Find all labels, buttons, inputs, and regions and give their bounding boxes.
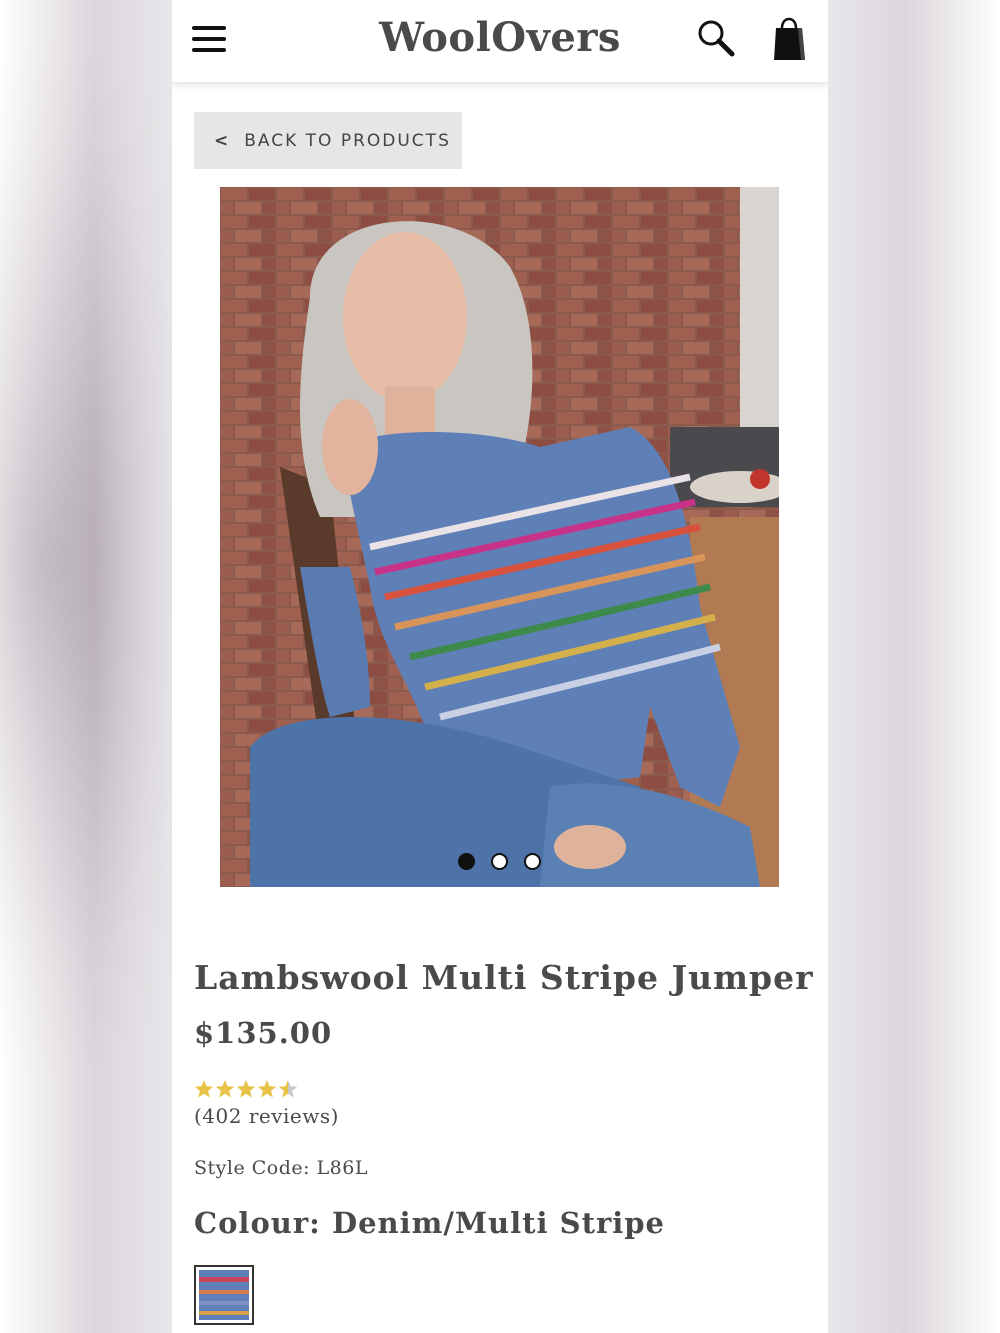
back-to-products-button[interactable]: < BACK TO PRODUCTS (194, 112, 462, 169)
search-icon[interactable] (696, 18, 736, 58)
star-rating[interactable] (194, 1078, 304, 1100)
product-image-gallery[interactable] (220, 187, 779, 887)
star-icon (194, 1080, 214, 1098)
back-label: BACK TO PRODUCTS (244, 130, 451, 151)
gallery-dots (220, 853, 779, 870)
shopping-bag-icon[interactable] (772, 14, 806, 62)
site-header: WoolOvers (172, 0, 828, 82)
background-blur-right (828, 0, 1000, 1333)
chevron-left-icon: < (214, 130, 231, 151)
product-price: $135.00 (194, 1016, 333, 1050)
background-blur-left (0, 0, 172, 1333)
product-photo (220, 187, 779, 887)
product-page: WoolOvers < BACK TO PRODUCTS Lambswool M… (172, 0, 828, 1333)
style-code: Style Code: L86L (194, 1157, 368, 1179)
colour-label: Colour: Denim/Multi Stripe (194, 1206, 665, 1240)
star-icon (236, 1080, 256, 1098)
half-star-icon (278, 1080, 298, 1098)
reviews-link[interactable]: (402 reviews) (194, 1104, 339, 1128)
star-icon (257, 1080, 277, 1098)
gallery-dot[interactable] (458, 853, 475, 870)
star-icon (215, 1080, 235, 1098)
colour-swatch-denim-multi-stripe[interactable] (194, 1265, 254, 1325)
product-title: Lambswool Multi Stripe Jumper (194, 958, 814, 997)
gallery-dot[interactable] (491, 853, 508, 870)
swatch-image (199, 1270, 249, 1320)
gallery-dot[interactable] (524, 853, 541, 870)
